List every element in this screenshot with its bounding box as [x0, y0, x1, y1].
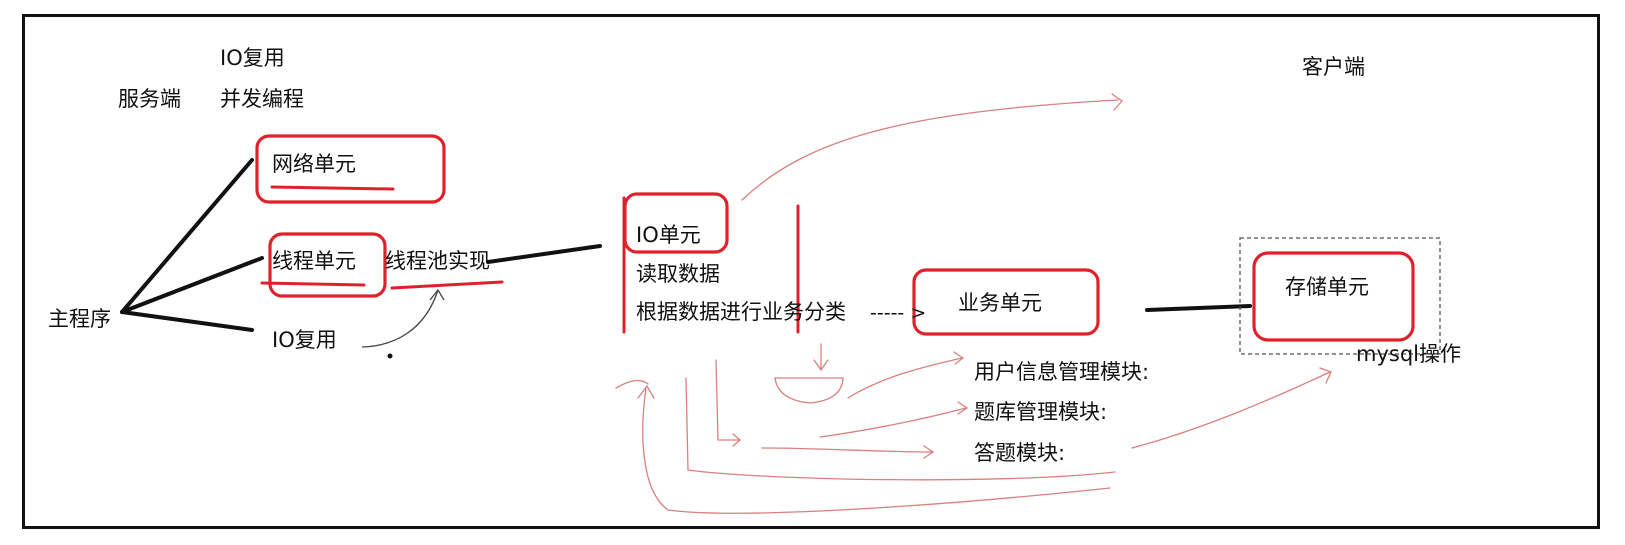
pink-arrowhead-client [1111, 93, 1123, 111]
label-arrow-tip: ----- > [870, 302, 927, 324]
line-main-to-io [120, 310, 254, 332]
label-thread-pool: 线程池实现 [385, 249, 490, 273]
curve-io-to-pool [361, 289, 439, 348]
label-thread-unit: 线程单元 [272, 249, 356, 273]
pink-to-user-module [847, 351, 965, 399]
pink-bowl [774, 377, 844, 404]
diagram-canvas [120, 93, 1441, 514]
label-storage-unit: 存储单元 [1285, 275, 1369, 299]
pink-to-answer-module [761, 445, 935, 459]
label-io-mux-top: IO复用 [220, 46, 285, 70]
label-mysql: mysql操作 [1356, 342, 1461, 366]
pink-small-arrow [813, 343, 829, 372]
ink-dot [387, 353, 393, 359]
label-question-module: 题库管理模块: [974, 400, 1108, 424]
label-answer-module: 答题模块: [974, 441, 1066, 465]
label-concurrency: 并发编程 [220, 87, 304, 111]
pink-loop-inner [715, 359, 741, 447]
label-io-unit: IO单元 [636, 223, 701, 247]
underline-network [270, 185, 395, 191]
line-pool-to-io-unit [486, 244, 602, 264]
label-io-mux: IO复用 [272, 328, 337, 352]
curve-arrowhead [429, 288, 445, 301]
label-server: 服务端 [118, 87, 181, 111]
pink-to-question-module [819, 401, 969, 438]
label-business-unit: 业务单元 [958, 291, 1042, 315]
pink-loop-left-start [615, 379, 649, 389]
pink-to-mysql [1131, 367, 1332, 449]
underline-thread [260, 281, 366, 287]
label-main-program: 主程序 [48, 307, 111, 331]
underline-pool [390, 280, 504, 290]
label-network-unit: 网络单元 [272, 152, 356, 176]
line-main-to-network [120, 158, 254, 314]
pink-curve-to-client [741, 99, 1119, 201]
label-user-module: 用户信息管理模块: [974, 360, 1150, 384]
label-classify: 根据数据进行业务分类 [636, 300, 846, 324]
label-client: 客户端 [1302, 55, 1365, 79]
line-business-to-storage [1145, 304, 1252, 312]
label-read-data: 读取数据 [636, 262, 720, 286]
